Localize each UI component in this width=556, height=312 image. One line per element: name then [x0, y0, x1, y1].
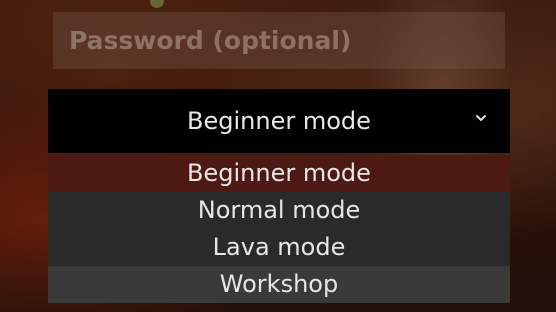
background-decoration: [150, 0, 164, 8]
mode-option-lava[interactable]: Lava mode: [48, 229, 510, 266]
mode-option-normal[interactable]: Normal mode: [48, 192, 510, 229]
game-lobby-screen: Beginner mode Beginner mode Normal mode …: [0, 0, 556, 312]
mode-option-beginner[interactable]: Beginner mode: [48, 155, 510, 192]
mode-option-workshop[interactable]: Workshop: [48, 266, 510, 303]
mode-select-value: Beginner mode: [187, 107, 371, 135]
password-input[interactable]: [53, 12, 505, 69]
mode-select[interactable]: Beginner mode: [48, 89, 510, 153]
chevron-down-icon: [476, 115, 486, 121]
mode-dropdown-list: Beginner mode Normal mode Lava mode Work…: [48, 155, 510, 303]
